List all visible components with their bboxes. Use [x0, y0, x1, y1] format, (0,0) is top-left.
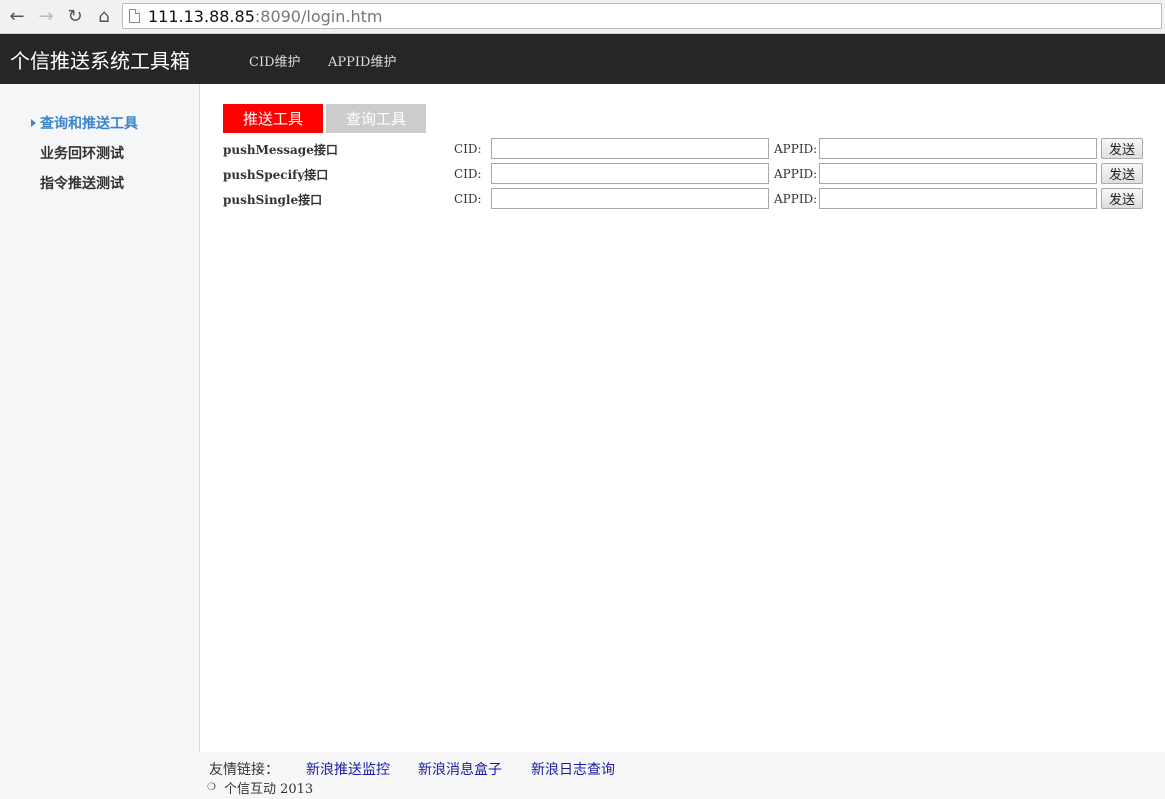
send-button-push-message[interactable]: 发送 [1101, 138, 1143, 159]
row-label-push-message: pushMessage接口 [223, 143, 338, 157]
link-sina-push-monitor[interactable]: 新浪推送监控 [306, 759, 390, 779]
active-caret-icon [31, 119, 36, 127]
row-label-push-single: pushSingle接口 [223, 193, 323, 207]
cid-label: CID: [454, 192, 482, 206]
nav-appid-maintenance[interactable]: APPID维护 [328, 51, 396, 70]
address-bar[interactable]: 111.13.88.85:8090/login.htm [122, 3, 1162, 29]
link-sina-log-query[interactable]: 新浪日志查询 [531, 759, 615, 779]
appid-label: APPID: [774, 142, 818, 156]
appid-input-push-message[interactable] [819, 138, 1097, 159]
forward-arrow-icon[interactable]: → [35, 5, 57, 27]
sidebar-item-command-push-test[interactable]: 指令推送测试 [40, 173, 124, 193]
copyright-text: 个信互动 2013 [223, 782, 314, 797]
sidebar-item-loopback-test[interactable]: 业务回环测试 [40, 143, 124, 163]
sidebar-item-query-push-tools[interactable]: 查询和推送工具 [40, 113, 138, 133]
cid-label: CID: [454, 142, 482, 156]
url-path: :8090/login.htm [254, 6, 383, 26]
appid-label: APPID: [774, 167, 818, 181]
copyright: ❍ 个信互动 2013 [207, 778, 313, 797]
app-header: 个信推送系统工具箱 CID维护 APPID维护 [0, 34, 1165, 84]
brand-title: 个信推送系统工具箱 [10, 49, 190, 73]
url-host: 111.13.88.85 [148, 6, 255, 26]
nav-cid-maintenance[interactable]: CID维护 [249, 51, 301, 70]
page-icon [129, 9, 140, 23]
reload-icon[interactable]: ↻ [64, 5, 86, 27]
url-text: 111.13.88.85:8090/login.htm [148, 7, 382, 26]
link-sina-message-box[interactable]: 新浪消息盒子 [418, 759, 502, 779]
browser-toolbar: ← → ↻ ⌂ 111.13.88.85:8090/login.htm [0, 0, 1165, 34]
appid-input-push-specify[interactable] [819, 163, 1097, 184]
send-button-push-specify[interactable]: 发送 [1101, 163, 1143, 184]
friend-links-label: 友情链接： [209, 762, 279, 778]
appid-label: APPID: [774, 192, 818, 206]
tab-query-tools[interactable]: 查询工具 [326, 104, 426, 133]
copyright-icon: ❍ [207, 782, 216, 793]
home-icon[interactable]: ⌂ [93, 5, 115, 27]
cid-label: CID: [454, 167, 482, 181]
tab-push-tools[interactable]: 推送工具 [223, 104, 323, 133]
send-button-push-single[interactable]: 发送 [1101, 188, 1143, 209]
footer: 友情链接： 新浪推送监控 新浪消息盒子 新浪日志查询 ❍ 个信互动 2013 [0, 752, 1165, 799]
row-label-push-specify: pushSpecify接口 [223, 168, 329, 182]
cid-input-push-message[interactable] [491, 138, 769, 159]
cid-input-push-single[interactable] [491, 188, 769, 209]
back-arrow-icon[interactable]: ← [6, 5, 28, 27]
cid-input-push-specify[interactable] [491, 163, 769, 184]
appid-input-push-single[interactable] [819, 188, 1097, 209]
